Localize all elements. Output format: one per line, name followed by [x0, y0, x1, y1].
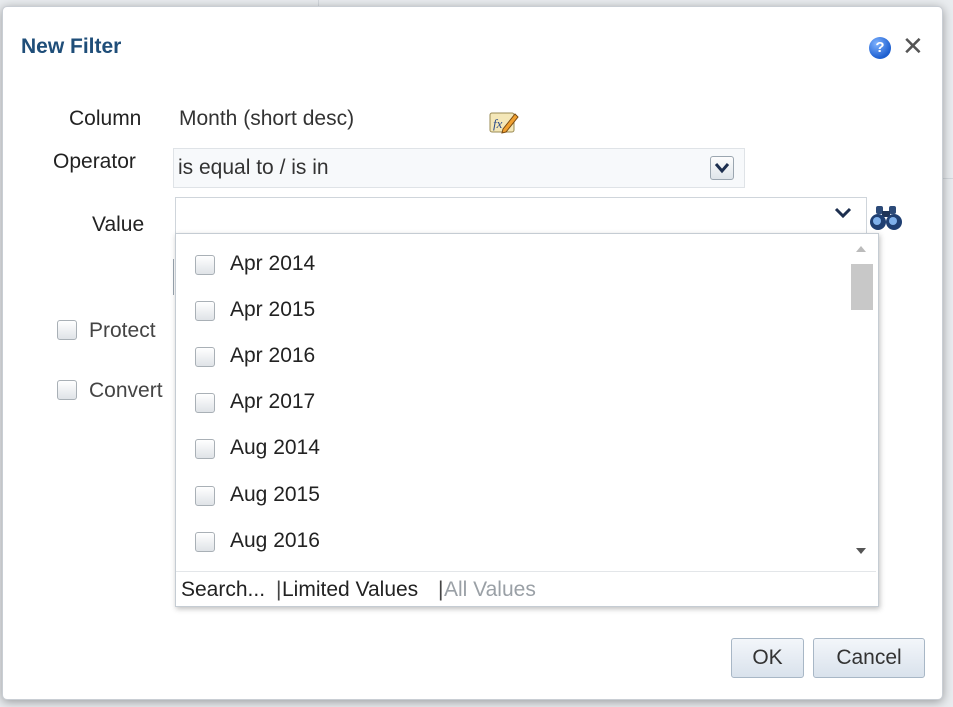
item-label: Apr 2017	[230, 390, 316, 413]
list-item[interactable]: Apr 2015	[176, 288, 836, 332]
list-item[interactable]: Apr 2016	[176, 334, 836, 378]
limited-values-link[interactable]: Limited Values	[282, 578, 418, 602]
chevron-down-icon[interactable]	[710, 156, 734, 180]
item-label: Aug 2015	[230, 483, 320, 506]
operator-selected-value: is equal to / is in	[178, 156, 329, 179]
svg-text:fx: fx	[493, 116, 503, 131]
operator-label: Operator	[53, 150, 136, 173]
edit-formula-icon[interactable]: fx	[489, 110, 519, 134]
list-item[interactable]: Aug 2014	[176, 426, 836, 470]
all-values-link[interactable]: All Values	[444, 578, 536, 602]
value-dropdown-list: Apr 2014 Apr 2015 Apr 2016 Apr 2017 Aug …	[175, 233, 879, 607]
footer-separator: |	[438, 578, 444, 601]
value-label: Value	[92, 213, 145, 236]
item-label: Aug 2016	[230, 529, 320, 552]
cancel-button[interactable]: Cancel	[813, 638, 925, 678]
dropdown-footer: Search... | Limited Values | All Values	[176, 571, 876, 606]
item-checkbox[interactable]	[195, 486, 215, 506]
scroll-down-icon[interactable]	[856, 548, 866, 554]
new-filter-dialog: New Filter ? ✕ Column Month (short desc)…	[2, 6, 943, 700]
ok-button[interactable]: OK	[731, 638, 804, 678]
item-checkbox[interactable]	[195, 347, 215, 367]
help-icon[interactable]: ?	[869, 37, 891, 59]
search-binoculars-icon[interactable]	[869, 202, 903, 232]
search-link[interactable]: Search...	[181, 578, 265, 602]
operator-select[interactable]: is equal to / is in	[173, 148, 745, 188]
list-item[interactable]: Aug 2015	[176, 473, 836, 517]
value-input[interactable]	[175, 197, 867, 235]
item-checkbox[interactable]	[195, 255, 215, 275]
list-scrollbar[interactable]	[848, 234, 876, 570]
item-checkbox[interactable]	[195, 393, 215, 413]
value-options-list: Apr 2014 Apr 2015 Apr 2016 Apr 2017 Aug …	[176, 234, 848, 570]
footer-separator: |	[276, 578, 282, 601]
convert-checkbox[interactable]	[57, 380, 77, 400]
list-item[interactable]: Apr 2014	[176, 242, 836, 286]
list-item[interactable]: Apr 2017	[176, 380, 836, 424]
item-label: Apr 2015	[230, 298, 316, 321]
protect-label: Protect	[89, 319, 156, 342]
protect-checkbox[interactable]	[57, 320, 77, 340]
list-item[interactable]: Aug 2016	[176, 519, 836, 563]
item-checkbox[interactable]	[195, 532, 215, 552]
item-label: Aug 2014	[230, 436, 320, 459]
item-checkbox[interactable]	[195, 439, 215, 459]
dialog-title: New Filter	[21, 35, 122, 58]
chevron-down-icon[interactable]	[834, 206, 856, 226]
close-icon[interactable]: ✕	[902, 32, 924, 60]
scrollbar-thumb[interactable]	[851, 264, 873, 310]
column-value: Month (short desc)	[179, 107, 355, 130]
item-label: Apr 2016	[230, 344, 316, 367]
scroll-up-icon[interactable]	[856, 246, 866, 252]
item-label: Apr 2014	[230, 252, 316, 275]
column-label: Column	[69, 107, 142, 130]
convert-label: Convert	[89, 379, 163, 402]
item-checkbox[interactable]	[195, 301, 215, 321]
